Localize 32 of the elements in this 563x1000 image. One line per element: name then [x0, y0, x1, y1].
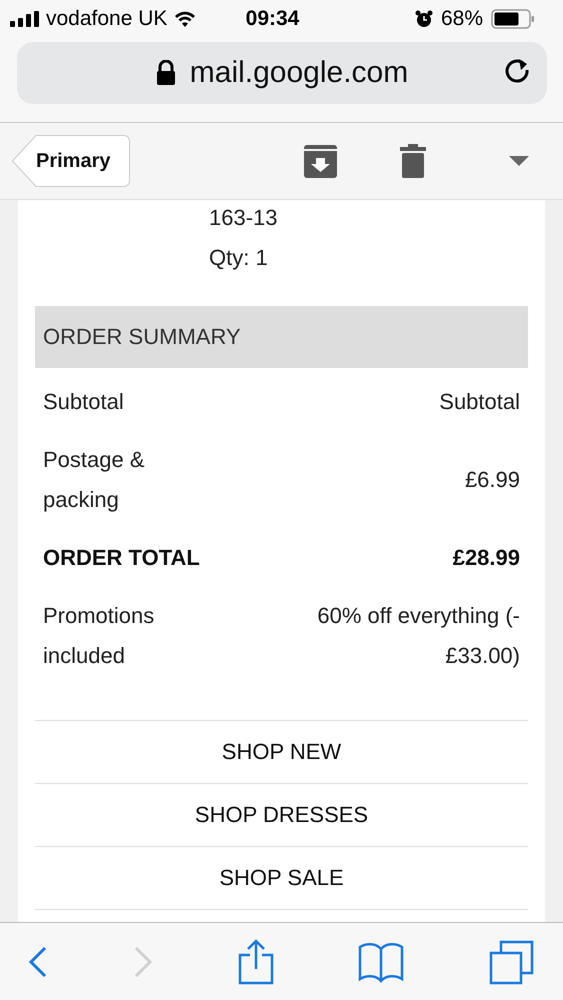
url-text: mail.google.com: [190, 56, 408, 90]
summary-label: Subtotal: [43, 388, 124, 416]
tabs-icon[interactable]: [489, 938, 535, 984]
share-icon[interactable]: [238, 938, 274, 984]
summary-value: £28.99: [452, 544, 520, 572]
shop-link[interactable]: SHOP NEW: [35, 721, 528, 784]
item-detail: Qty: 1: [209, 244, 269, 272]
shop-link[interactable]: SHOP DRESSES: [35, 784, 528, 847]
address-field[interactable]: mail.google.com: [17, 42, 547, 104]
item-detail: 163-13: [209, 204, 279, 232]
battery-icon: [491, 9, 535, 29]
summary-value: £6.99: [464, 466, 520, 494]
archive-icon[interactable]: [304, 144, 337, 178]
lock-icon: [156, 60, 176, 86]
summary-label: Promotions included: [43, 602, 156, 670]
summary-label: Postage & packing: [43, 446, 146, 514]
summary-value: Subtotal: [439, 388, 520, 416]
dropdown-icon[interactable]: [509, 156, 529, 166]
back-button[interactable]: Primary: [12, 135, 130, 187]
wifi-icon: [173, 10, 198, 28]
shop-link[interactable]: SHOP SALE: [35, 847, 528, 910]
summary-header: ORDER SUMMARY: [35, 306, 528, 368]
book-icon[interactable]: [358, 940, 404, 982]
clock-time: 09:34: [246, 7, 300, 31]
battery-percent: 68%: [440, 7, 483, 31]
carrier-name: vodafone UK: [46, 7, 168, 31]
alarm-icon: [414, 10, 433, 28]
signal-icon: [10, 11, 40, 27]
summary-label: ORDER TOTAL: [43, 544, 200, 572]
trash-icon[interactable]: [400, 144, 426, 178]
summary-value: 60% off everything (-£33.00): [316, 602, 520, 670]
back-icon[interactable]: [28, 946, 48, 978]
